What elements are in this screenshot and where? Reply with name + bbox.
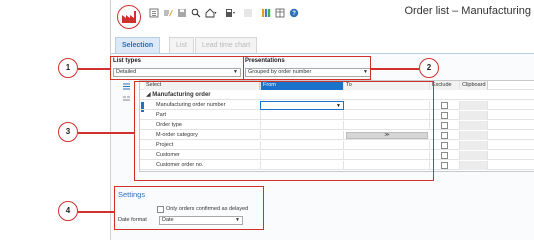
- clipboard-cell[interactable]: [460, 151, 488, 160]
- exclude-checkbox[interactable]: [441, 152, 448, 159]
- svg-text:▾: ▾: [233, 10, 235, 15]
- save-icon[interactable]: [177, 8, 187, 18]
- callout-box-settings: [114, 186, 264, 230]
- help-icon[interactable]: ?: [289, 8, 299, 18]
- callout-line-4: [78, 211, 114, 213]
- callout-1: 1: [58, 58, 78, 78]
- exclude-cell: [430, 131, 460, 140]
- callout-2: 2: [419, 58, 439, 78]
- svg-text:▾: ▾: [215, 10, 217, 15]
- grid-icon: [243, 8, 253, 18]
- exclude-cell: [430, 161, 460, 170]
- exclude-cell: [430, 151, 460, 160]
- calculator-icon[interactable]: ▾: [225, 8, 235, 18]
- clipboard-cell[interactable]: [460, 121, 488, 130]
- factory-logo-icon[interactable]: [117, 5, 141, 29]
- clipboard-cell[interactable]: [460, 141, 488, 150]
- list-icon[interactable]: [149, 8, 159, 18]
- expand-all-icon[interactable]: [122, 82, 131, 91]
- exclude-checkbox[interactable]: [441, 132, 448, 139]
- callout-line-2: [371, 68, 419, 70]
- clipboard-cell[interactable]: [460, 111, 488, 120]
- window-title: Order list – Manufacturing: [404, 5, 531, 17]
- exclude-checkbox[interactable]: [441, 122, 448, 129]
- column-header-clipboard[interactable]: Clipboard: [460, 81, 488, 90]
- exclude-checkbox[interactable]: [441, 112, 448, 119]
- collapse-all-icon[interactable]: [122, 94, 131, 103]
- clipboard-cell[interactable]: [460, 101, 488, 110]
- tab-lead-time-chart[interactable]: Lead time chart: [195, 37, 258, 53]
- callout-line-1: [78, 68, 110, 70]
- clipboard-cell[interactable]: [460, 161, 488, 170]
- toolbar: ▾ ▾ ? Order list – Manufacturing: [111, 0, 534, 36]
- callout-box-grid: [134, 81, 434, 181]
- callout-line-3: [78, 132, 134, 134]
- exclude-cell: [430, 141, 460, 150]
- svg-text:?: ?: [292, 11, 296, 17]
- callout-4: 4: [58, 201, 78, 221]
- table-icon[interactable]: [275, 8, 285, 18]
- exclude-checkbox[interactable]: [441, 162, 448, 169]
- exclude-cell: [430, 121, 460, 130]
- filter-edit-icon[interactable]: [163, 8, 173, 18]
- exclude-checkbox[interactable]: [441, 102, 448, 109]
- callout-box-list-types: [110, 56, 244, 80]
- callout-box-presentations: [243, 56, 371, 80]
- tab-list[interactable]: List: [169, 37, 194, 53]
- clipboard-cell[interactable]: [460, 131, 488, 140]
- exclude-checkbox[interactable]: [441, 142, 448, 149]
- search-icon[interactable]: [191, 8, 201, 18]
- grid-columns-icon[interactable]: [261, 8, 271, 18]
- exclude-cell: [430, 101, 460, 110]
- tab-selection[interactable]: Selection: [115, 37, 161, 53]
- exclude-cell: [430, 111, 460, 120]
- callout-3: 3: [58, 122, 78, 142]
- column-header-exclude[interactable]: Exclude: [430, 81, 460, 90]
- home-icon[interactable]: ▾: [205, 8, 217, 18]
